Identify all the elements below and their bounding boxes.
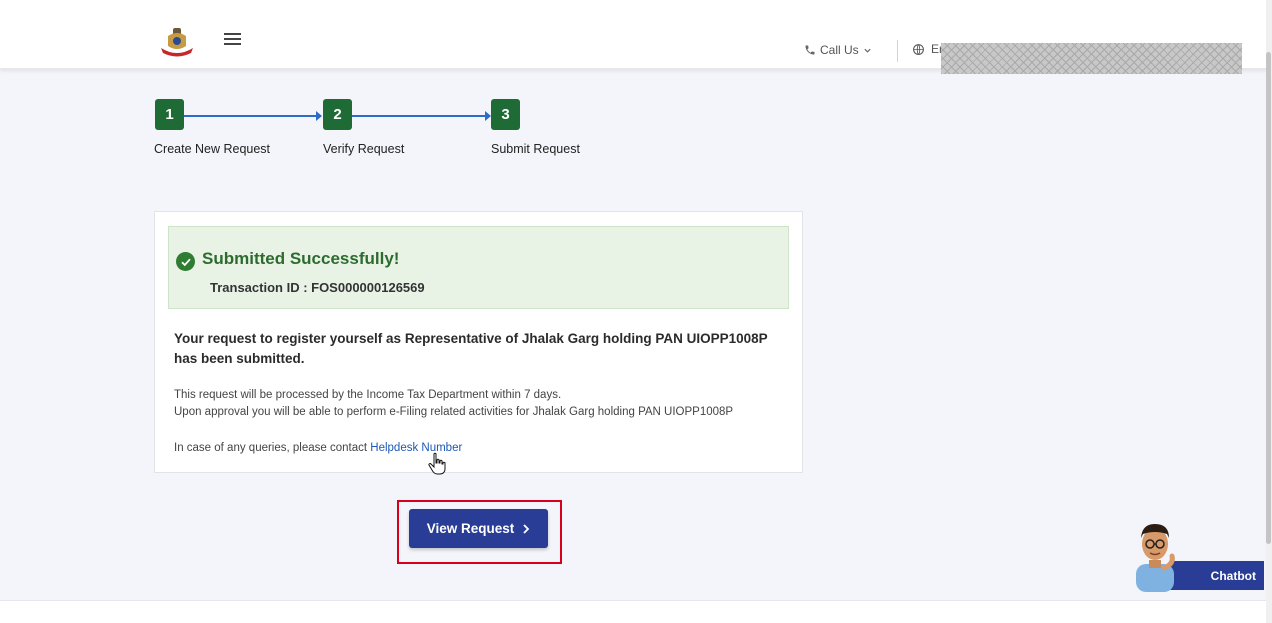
redacted-area xyxy=(941,43,1242,74)
view-request-button[interactable]: View Request xyxy=(409,509,548,548)
emblem-logo[interactable] xyxy=(158,26,196,58)
header-divider xyxy=(897,40,898,62)
step-1-number: 1 xyxy=(155,99,184,130)
footer-band xyxy=(0,600,1266,623)
globe-icon xyxy=(913,43,924,55)
chevron-down-icon xyxy=(864,48,871,53)
contact-prefix: In case of any queries, please contact xyxy=(174,442,371,454)
step-1-label: Create New Request xyxy=(154,142,271,156)
check-circle-icon xyxy=(176,252,195,271)
step-2-number: 2 xyxy=(323,99,352,130)
step-3-label: Submit Request xyxy=(491,142,580,156)
language-selector[interactable]: Er xyxy=(912,41,943,57)
phone-icon xyxy=(805,45,815,55)
transaction-id: Transaction ID : FOS000000126569 xyxy=(210,280,425,295)
success-title: Submitted Successfully! xyxy=(202,249,400,268)
processing-note: This request will be processed by the In… xyxy=(174,389,562,401)
top-header: Call Us Er xyxy=(0,0,1268,74)
scrollbar-thumb[interactable] xyxy=(1266,52,1271,544)
step-3-number: 3 xyxy=(491,99,520,130)
view-request-label: View Request xyxy=(426,521,515,536)
chatbot-label: Chatbot xyxy=(1210,568,1256,583)
connector-arrow-icon xyxy=(316,111,322,121)
contact-line: In case of any queries, please contact H… xyxy=(174,442,462,454)
menu-icon[interactable] xyxy=(224,33,241,46)
step-connector-2 xyxy=(352,115,485,117)
confirmation-message: Your request to register yourself as Rep… xyxy=(174,331,768,366)
call-us-dropdown[interactable]: Call Us xyxy=(804,42,872,58)
call-us-label: Call Us xyxy=(820,43,859,57)
approval-note: Upon approval you will be able to perfor… xyxy=(174,406,734,418)
step-2-label: Verify Request xyxy=(323,142,405,156)
chatbot-avatar-icon[interactable] xyxy=(1128,520,1182,592)
helpdesk-number-link[interactable]: Helpdesk Number xyxy=(370,442,462,454)
step-connector-1 xyxy=(184,115,317,117)
chatbot-button[interactable]: Chatbot xyxy=(1168,561,1264,590)
chevron-right-icon xyxy=(523,523,530,534)
hand-cursor-icon xyxy=(428,452,446,475)
